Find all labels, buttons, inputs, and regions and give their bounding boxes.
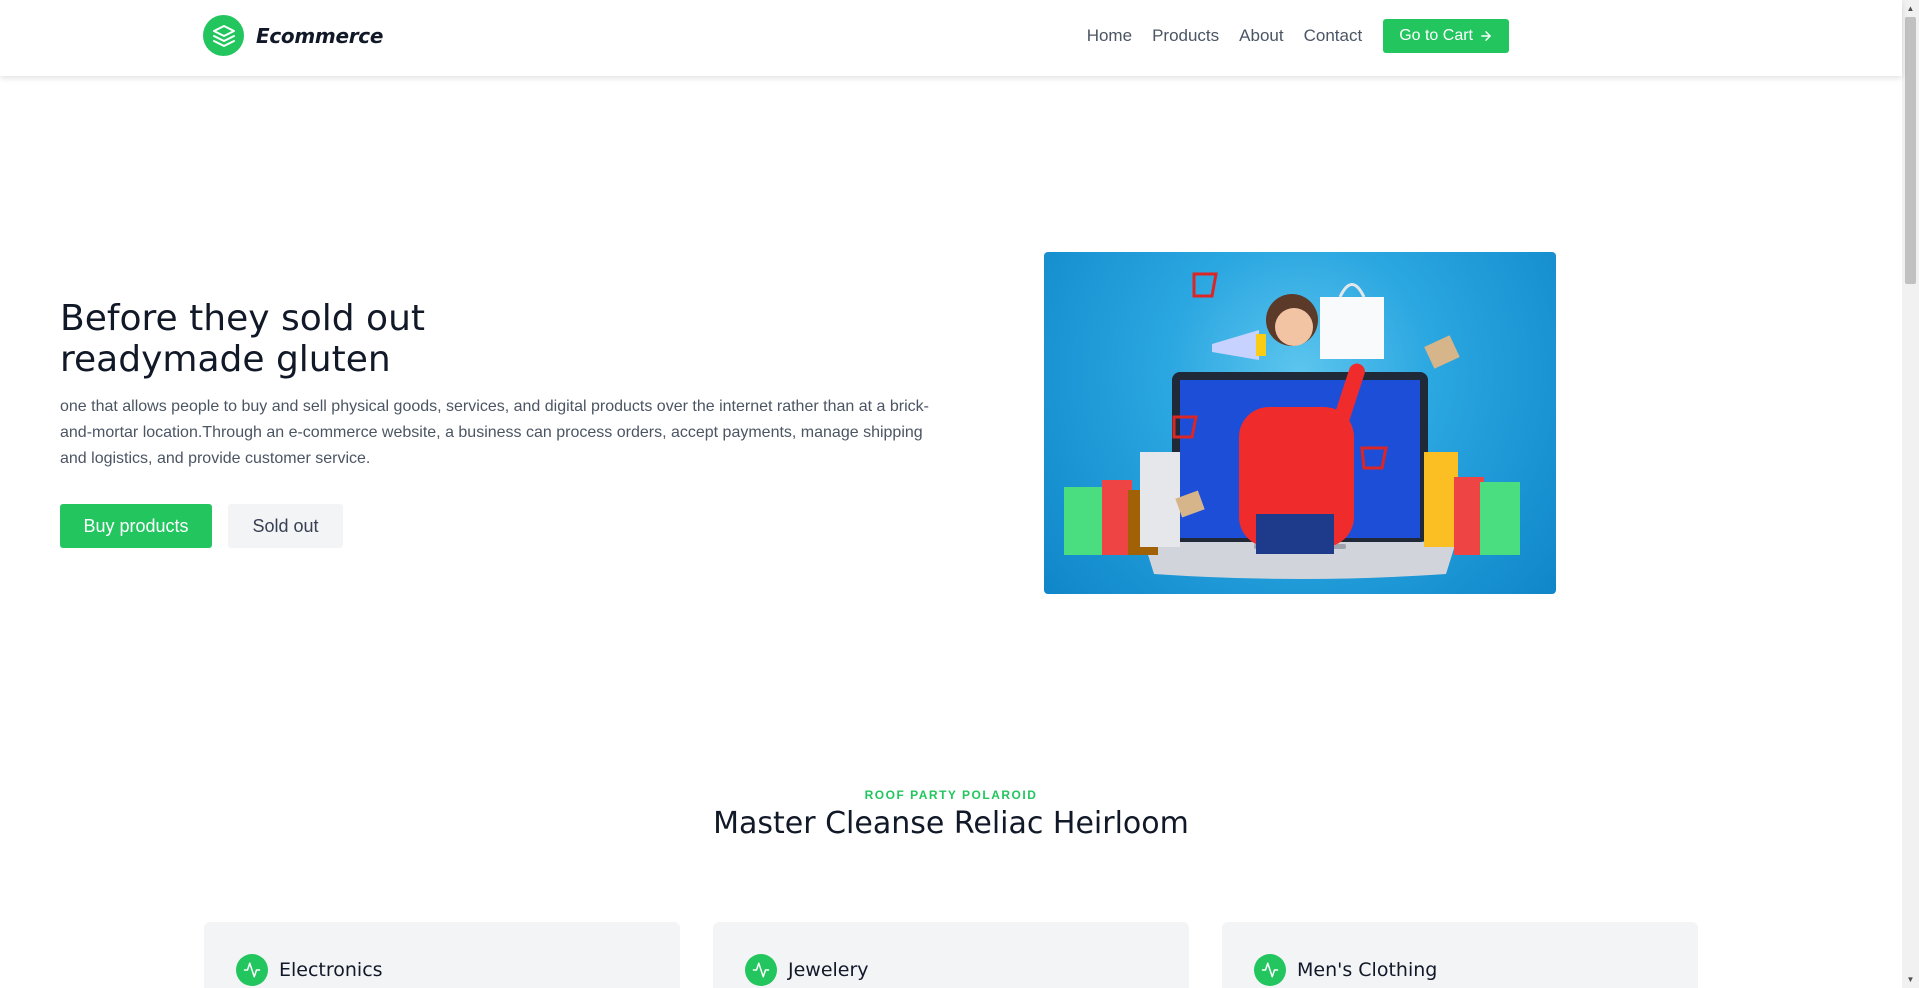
category-card-jewelery[interactable]: Jewelery: [713, 922, 1189, 988]
hero-title-line2: readymade gluten: [60, 339, 391, 380]
go-to-cart-label: Go to Cart: [1399, 27, 1473, 44]
hero-description: one that allows people to buy and sell p…: [60, 398, 929, 467]
section-eyebrow: ROOF PARTY POLAROID: [864, 788, 1038, 802]
arrow-right-icon: [1481, 31, 1491, 41]
nav-home-link[interactable]: Home: [1087, 26, 1132, 46]
hero-image: [1044, 252, 1556, 594]
activity-pulse-icon: [236, 954, 268, 986]
hero-title-line1: Before they sold out: [60, 298, 426, 339]
category-label: Men's Clothing: [1297, 959, 1438, 981]
activity-pulse-icon: [1254, 954, 1286, 986]
buy-products-button[interactable]: Buy products: [60, 504, 212, 548]
nav-about-link[interactable]: About: [1239, 26, 1283, 46]
brand-link[interactable]: Ecommerce: [203, 15, 383, 56]
scroll-up-arrow-icon[interactable]: ▲: [1902, 0, 1919, 17]
site-header: Ecommerce Home Products About Contact Go…: [0, 0, 1902, 76]
card-header: Jewelery: [745, 954, 869, 986]
category-card-electronics[interactable]: Electronics: [204, 922, 680, 988]
nav-contact-link[interactable]: Contact: [1304, 26, 1363, 46]
go-to-cart-button[interactable]: Go to Cart: [1383, 19, 1509, 53]
stack-layers-icon: [203, 15, 244, 56]
section-title: Master Cleanse Reliac Heirloom: [713, 806, 1189, 841]
scroll-down-arrow-icon[interactable]: ▼: [1902, 971, 1919, 988]
hero-title: Before they sold out readymade gluten: [60, 298, 580, 380]
card-header: Electronics: [236, 954, 383, 986]
category-cards: Electronics Jewelery Men's Clothing: [204, 922, 1698, 988]
brand-name: Ecommerce: [256, 23, 384, 48]
nav-products-link[interactable]: Products: [1152, 26, 1219, 46]
scroll-thumb[interactable]: [1905, 17, 1916, 284]
activity-pulse-icon: [745, 954, 777, 986]
sold-out-button[interactable]: Sold out: [228, 504, 343, 548]
main-nav: Home Products About Contact Go to Cart: [1087, 19, 1509, 53]
category-card-mens-clothing[interactable]: Men's Clothing: [1222, 922, 1698, 988]
card-header: Men's Clothing: [1254, 954, 1437, 986]
category-label: Electronics: [279, 959, 383, 981]
category-label: Jewelery: [788, 959, 869, 981]
page-scrollbar[interactable]: ▲ ▼: [1902, 0, 1919, 988]
